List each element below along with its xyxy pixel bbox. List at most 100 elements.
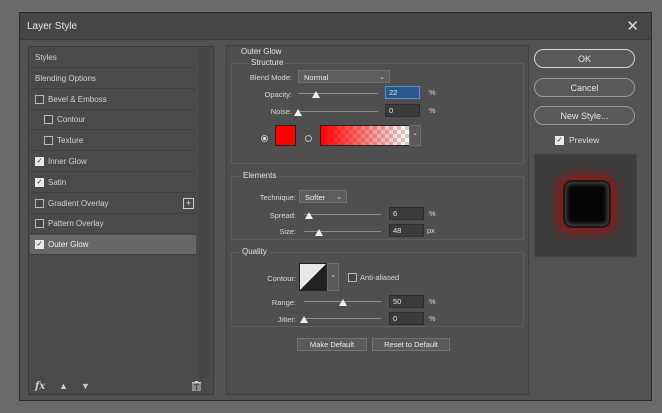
jitter-unit: %: [429, 314, 436, 323]
style-item-label: Gradient Overlay: [48, 198, 109, 208]
style-item[interactable]: Blending Options: [30, 69, 196, 89]
noise-label: Noise:: [270, 107, 292, 116]
gradient-swatch[interactable]: [320, 125, 410, 146]
contour-thumbnail[interactable]: [299, 263, 327, 291]
opacity-slider[interactable]: [298, 93, 378, 94]
gradient-radio[interactable]: [305, 135, 312, 142]
range-unit: %: [429, 297, 436, 306]
solid-color-radio[interactable]: [261, 135, 268, 142]
quality-group: Quality Contour: ⌄ Anti-aliased Range: 5…: [231, 247, 524, 327]
opacity-slider-knob[interactable]: [311, 91, 320, 98]
style-item-label: Blending Options: [35, 73, 96, 83]
layer-style-dialog: Layer Style ✕ Styles Blending Options Beve…: [19, 12, 652, 401]
anti-aliased-label: Anti-aliased: [360, 273, 400, 282]
arrow-down-icon[interactable]: ▼: [81, 381, 90, 391]
noise-unit: %: [429, 106, 436, 115]
style-item-label: Styles: [35, 53, 57, 62]
style-item-label: Satin: [48, 177, 67, 187]
style-checkbox[interactable]: [35, 198, 44, 208]
trash-icon[interactable]: [192, 381, 201, 393]
range-slider-knob[interactable]: [338, 299, 347, 306]
range-label: Range:: [271, 298, 296, 307]
make-default-button[interactable]: Make Default: [297, 338, 367, 351]
style-checkbox[interactable]: [35, 219, 44, 229]
spread-input[interactable]: 6: [389, 207, 424, 220]
preview-checkbox[interactable]: ✓: [555, 135, 564, 145]
styles-scrollbar[interactable]: [199, 48, 210, 378]
preview-toggle[interactable]: ✓ Preview: [555, 135, 599, 145]
contour-dropdown-icon[interactable]: ⌄: [327, 263, 339, 291]
style-item[interactable]: Contour: [30, 110, 196, 131]
fx-icon[interactable]: fx: [35, 381, 45, 392]
opacity-unit: %: [429, 88, 436, 97]
style-item[interactable]: Gradient Overlay +: [30, 194, 196, 214]
section-title: Outer Glow: [241, 47, 282, 56]
opacity-input[interactable]: 22: [385, 86, 420, 99]
jitter-input[interactable]: 0: [389, 312, 424, 325]
style-item[interactable]: ✓ Outer Glow: [30, 235, 196, 256]
style-item[interactable]: Styles: [30, 48, 196, 68]
spread-slider-knob[interactable]: [304, 212, 313, 219]
style-checkbox[interactable]: ✓: [35, 157, 44, 166]
styles-bottom-bar: fx ▲ ▼: [29, 381, 213, 394]
jitter-label: Jitter:: [277, 315, 296, 324]
cancel-button[interactable]: Cancel: [534, 78, 635, 97]
reset-default-button[interactable]: Reset to Default: [372, 338, 450, 351]
dialog-title: Layer Style: [27, 21, 78, 32]
glow-color-swatch[interactable]: [275, 125, 296, 146]
style-checkbox[interactable]: [44, 115, 53, 125]
style-item[interactable]: Bevel & Emboss: [30, 90, 196, 110]
outer-glow-panel: Outer Glow Structure Blend Mode: Normal …: [226, 45, 529, 395]
style-item[interactable]: Pattern Overlay: [30, 214, 196, 235]
technique-value: Softer: [305, 193, 326, 202]
anti-aliased-checkbox[interactable]: [348, 273, 357, 282]
add-style-icon[interactable]: +: [183, 197, 194, 209]
close-icon[interactable]: ✕: [626, 17, 639, 35]
style-preview: [534, 154, 637, 257]
style-item[interactable]: Texture: [30, 131, 196, 152]
new-style-button[interactable]: New Style...: [534, 106, 635, 125]
blend-mode-select[interactable]: Normal ⌄: [298, 70, 390, 83]
size-unit: px: [427, 226, 435, 235]
noise-slider[interactable]: [298, 111, 378, 112]
style-checkbox[interactable]: ✓: [35, 177, 44, 187]
jitter-slider[interactable]: [304, 318, 381, 319]
style-item-label: Outer Glow: [48, 240, 89, 250]
styles-list-panel: Styles Blending Options Bevel & Emboss Cont…: [28, 46, 214, 395]
structure-title: Structure: [249, 58, 286, 67]
style-item-label: Inner Glow: [48, 157, 87, 166]
preview-shape: [563, 180, 611, 228]
title-bar: Layer Style ✕: [20, 13, 651, 40]
style-item-label: Contour: [57, 115, 86, 125]
style-checkbox[interactable]: [44, 136, 53, 146]
size-label: Size:: [279, 227, 296, 236]
blend-mode-value: Normal: [304, 73, 329, 82]
style-item[interactable]: ✓ Inner Glow: [30, 152, 196, 172]
chevron-down-icon: ⌄: [379, 74, 385, 81]
spread-label: Spread:: [269, 211, 296, 220]
noise-slider-knob[interactable]: [294, 109, 302, 116]
ok-button[interactable]: OK: [534, 49, 635, 68]
blend-mode-label: Blend Mode:: [249, 73, 292, 82]
arrow-up-icon[interactable]: ▲: [59, 381, 68, 391]
style-item[interactable]: ✓ Satin: [30, 173, 196, 193]
style-checkbox[interactable]: ✓: [35, 240, 44, 250]
size-input[interactable]: 48: [389, 224, 424, 237]
size-slider-knob[interactable]: [314, 229, 323, 236]
elements-group: Elements Technique: Softer ⌄ Spread: 6 %…: [231, 171, 524, 240]
style-item-label: Pattern Overlay: [48, 219, 104, 229]
noise-input[interactable]: 0: [385, 104, 420, 117]
spread-slider[interactable]: [304, 214, 381, 215]
jitter-slider-knob[interactable]: [300, 316, 308, 323]
style-item-label: Texture: [57, 136, 84, 146]
opacity-label: Opacity:: [264, 90, 292, 99]
contour-label: Contour:: [267, 274, 296, 283]
range-input[interactable]: 50: [389, 295, 424, 308]
spread-unit: %: [429, 209, 436, 218]
technique-label: Technique:: [259, 193, 296, 202]
style-checkbox[interactable]: [35, 94, 44, 104]
gradient-dropdown-icon[interactable]: ⌄: [409, 125, 421, 146]
elements-title: Elements: [241, 171, 279, 180]
technique-select[interactable]: Softer ⌄: [299, 190, 347, 203]
quality-title: Quality: [240, 247, 269, 256]
